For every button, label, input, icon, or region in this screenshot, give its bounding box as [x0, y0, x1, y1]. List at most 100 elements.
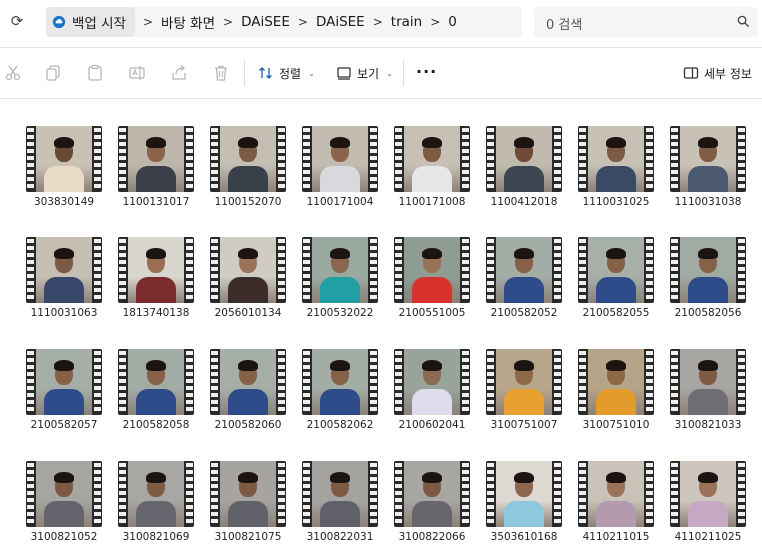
file-item[interactable]: 2100582060 [202, 321, 294, 431]
thumbnail-person-body [412, 389, 452, 415]
video-thumbnail [578, 461, 654, 527]
thumbnail-person-body [596, 501, 636, 527]
thumbnail-person-hair [330, 137, 350, 148]
breadcrumb-home[interactable]: 백업 시작 [46, 7, 135, 37]
thumbnail-frame [220, 461, 276, 527]
thumbnail-frame [128, 237, 184, 303]
video-thumbnail [118, 237, 194, 303]
file-item[interactable]: 303830149 [18, 98, 110, 208]
video-thumbnail [670, 461, 746, 527]
file-name: 4110211015 [582, 531, 650, 543]
thumbnail-frame [220, 126, 276, 192]
file-item[interactable]: 1110031063 [18, 209, 110, 319]
file-item[interactable]: 2100582052 [478, 209, 570, 319]
thumbnail-frame [404, 126, 460, 192]
file-name: 1100152070 [214, 196, 282, 208]
breadcrumb-home-label: 백업 시작 [72, 16, 126, 32]
copy-icon[interactable] [44, 64, 62, 82]
file-item[interactable]: 1100412018 [478, 98, 570, 208]
video-thumbnail [670, 349, 746, 415]
thumbnail-person-body [136, 501, 176, 527]
file-item[interactable]: 3100821052 [18, 433, 110, 543]
file-item[interactable]: 2100582056 [662, 209, 754, 319]
file-item[interactable]: 1813740138 [110, 209, 202, 319]
chevron-right-icon: > [372, 15, 383, 29]
breadcrumb-item-train[interactable]: train [391, 14, 422, 30]
file-item[interactable]: 1100131017 [110, 98, 202, 208]
file-item[interactable]: 2056010134 [202, 209, 294, 319]
file-name: 2100602041 [398, 419, 466, 431]
more-options-button[interactable]: ··· [416, 62, 437, 81]
file-item[interactable]: 1100152070 [202, 98, 294, 208]
breadcrumb[interactable]: 백업 시작 > 바탕 화면 > DAiSEE > DAiSEE > train … [46, 7, 522, 37]
cut-icon[interactable] [4, 64, 22, 82]
video-thumbnail [302, 349, 378, 415]
file-item[interactable]: 3100751010 [570, 321, 662, 431]
file-name: 2100551005 [398, 307, 466, 319]
paste-icon[interactable] [86, 64, 104, 82]
thumbnail-frame [404, 349, 460, 415]
file-item[interactable]: 2100532022 [294, 209, 386, 319]
details-pane-button[interactable]: 세부 정보 [683, 62, 752, 84]
file-item[interactable]: 1110031025 [570, 98, 662, 208]
thumbnail-person-body [320, 501, 360, 527]
thumbnail-person-hair [514, 248, 534, 259]
breadcrumb-item-daisee[interactable]: DAiSEE [241, 14, 290, 30]
thumbnail-person-body [596, 389, 636, 415]
breadcrumb-item-daisee-inner[interactable]: DAiSEE [316, 14, 365, 30]
thumbnail-person-hair [422, 137, 442, 148]
file-name: 3100821069 [122, 531, 190, 543]
search-input[interactable]: 0 검색 [534, 7, 758, 37]
video-thumbnail [578, 237, 654, 303]
thumbnail-person-hair [606, 360, 626, 371]
file-item[interactable]: 2100582057 [18, 321, 110, 431]
file-item[interactable]: 3100821069 [110, 433, 202, 543]
file-item[interactable]: 2100582055 [570, 209, 662, 319]
thumbnail-frame [312, 349, 368, 415]
refresh-icon[interactable]: ⟳ [8, 12, 26, 30]
file-item[interactable]: 3100751007 [478, 321, 570, 431]
file-name: 2100532022 [306, 307, 374, 319]
delete-icon[interactable] [212, 64, 230, 82]
search-icon[interactable] [737, 15, 750, 28]
thumbnail-person-body [504, 389, 544, 415]
file-name: 3100821052 [30, 531, 98, 543]
file-item[interactable]: 2100582058 [110, 321, 202, 431]
file-item[interactable]: 3100822066 [386, 433, 478, 543]
file-name: 1100171008 [398, 196, 466, 208]
file-item[interactable]: 4110211015 [570, 433, 662, 543]
thumbnail-person-hair [330, 472, 350, 483]
file-name: 3503610168 [490, 531, 558, 543]
thumbnail-person-hair [422, 360, 442, 371]
chevron-right-icon: > [142, 15, 154, 29]
file-item[interactable]: 3503610168 [478, 433, 570, 543]
file-item[interactable]: 3100821033 [662, 321, 754, 431]
file-item[interactable]: 1100171004 [294, 98, 386, 208]
file-item[interactable]: 1100171008 [386, 98, 478, 208]
file-item[interactable]: 3100821075 [202, 433, 294, 543]
file-item[interactable]: 3100822031 [294, 433, 386, 543]
file-name: 1100171004 [306, 196, 374, 208]
thumbnail-person-body [596, 166, 636, 192]
file-name: 2100582060 [214, 419, 282, 431]
file-item[interactable]: 2100602041 [386, 321, 478, 431]
share-icon[interactable] [170, 64, 188, 82]
video-thumbnail [210, 126, 286, 192]
thumbnail-frame [36, 349, 92, 415]
view-button[interactable]: 보기 ⌄ [336, 62, 393, 84]
chevron-down-icon: ⌄ [386, 68, 393, 78]
video-thumbnail [210, 349, 286, 415]
breadcrumb-item-desktop[interactable]: 바탕 화면 [161, 12, 215, 32]
file-item[interactable]: 1110031038 [662, 98, 754, 208]
file-item[interactable]: 2100582062 [294, 321, 386, 431]
file-item[interactable]: 2100551005 [386, 209, 478, 319]
thumbnail-person-body [504, 277, 544, 303]
file-name: 2100582056 [674, 307, 742, 319]
thumbnail-frame [680, 126, 736, 192]
file-item[interactable]: 4110211025 [662, 433, 754, 543]
sort-button[interactable]: 정렬 ⌄ [258, 62, 315, 84]
rename-icon[interactable] [128, 64, 146, 82]
thumbnail-frame [588, 126, 644, 192]
breadcrumb-item-0[interactable]: 0 [448, 14, 457, 30]
video-thumbnail [486, 237, 562, 303]
